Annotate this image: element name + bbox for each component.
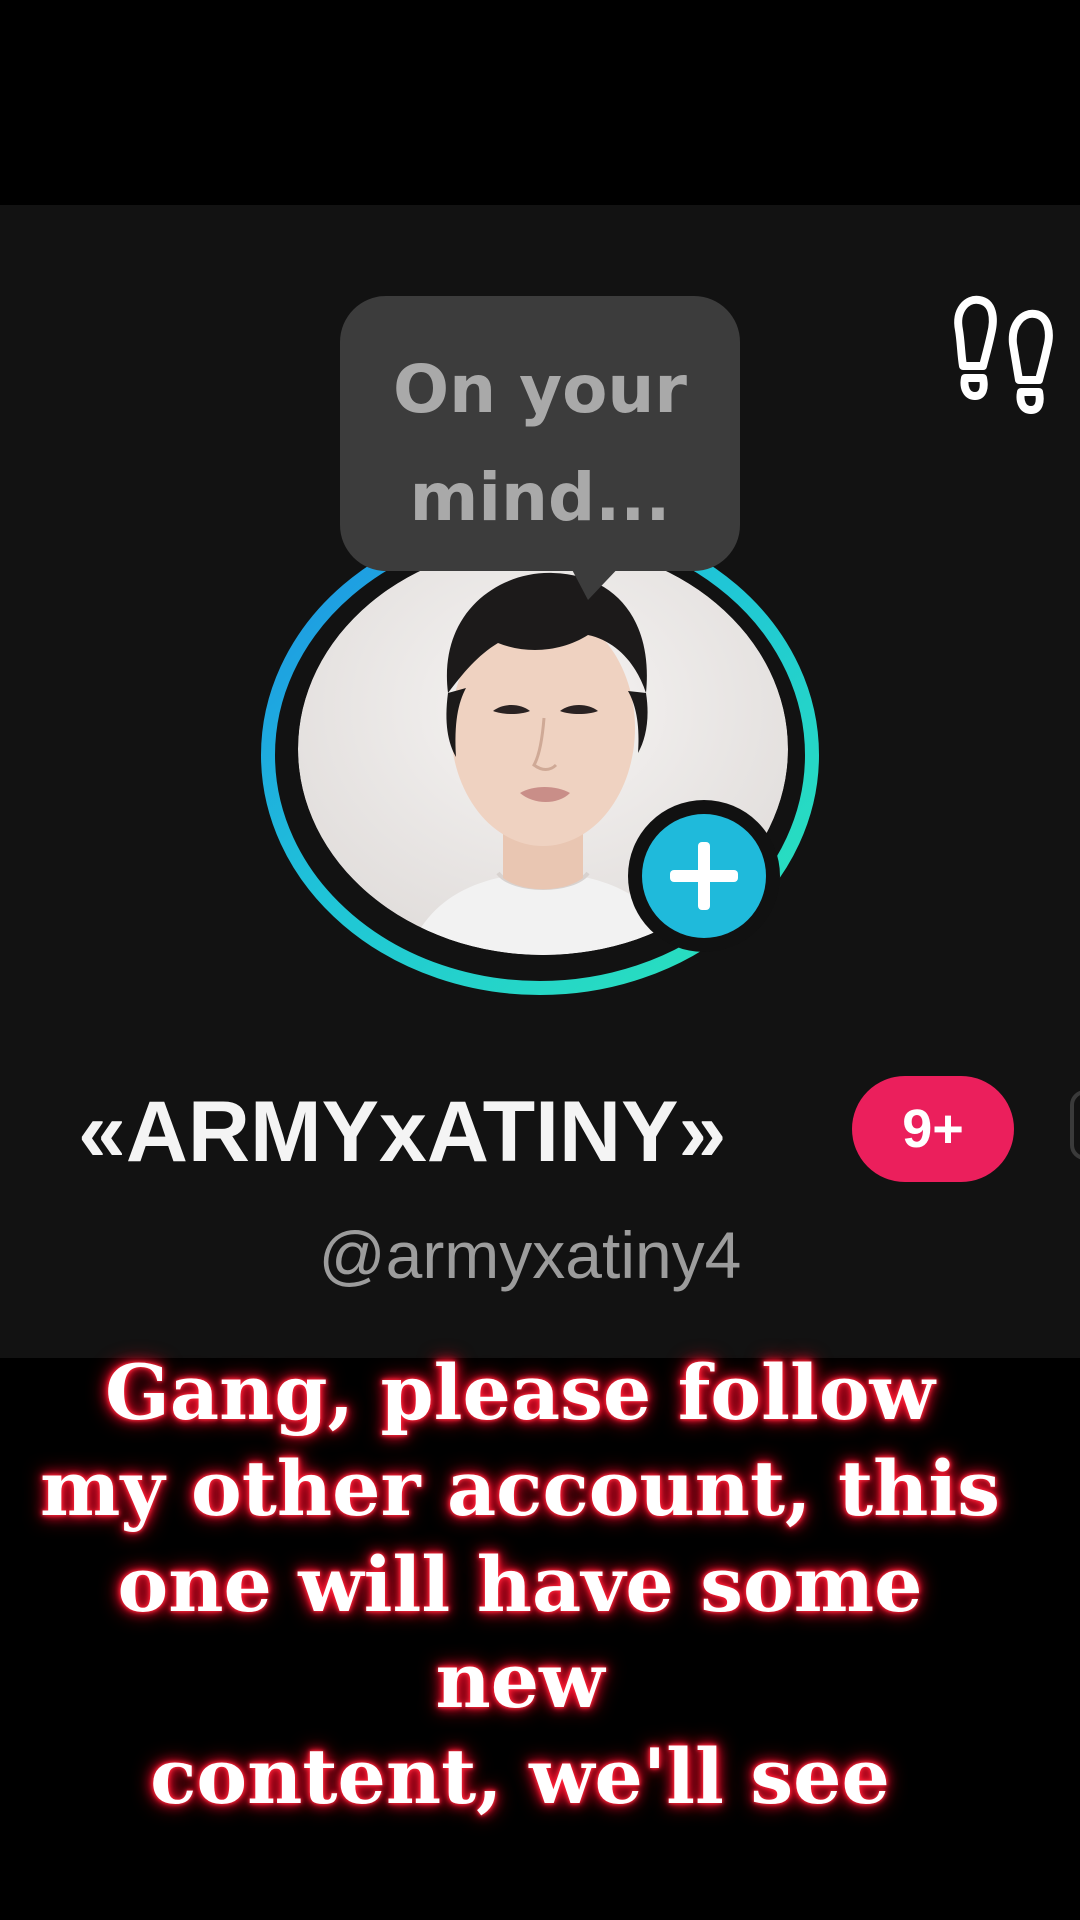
- display-name: «ARMYxATINY»: [78, 1084, 727, 1180]
- note-bubble[interactable]: On your mind...: [340, 296, 740, 571]
- video-caption: Gang, please follow my other account, th…: [30, 1345, 1010, 1825]
- video-frame: On your mind... «ARMYxATINY» 9+ @armyxat…: [0, 0, 1080, 1920]
- plus-icon: [670, 842, 738, 910]
- add-button-fill: [642, 814, 766, 938]
- note-text: On your mind...: [393, 351, 687, 536]
- note-bubble-tail: [568, 562, 624, 600]
- caption-line: my other account, this: [40, 1444, 1000, 1533]
- add-story-button[interactable]: [628, 800, 780, 952]
- caption-line: Gang, please follow: [105, 1348, 935, 1437]
- partial-edge-element: [1070, 1090, 1080, 1160]
- footprints-icon[interactable]: [945, 290, 1060, 415]
- notification-badge[interactable]: 9+: [852, 1076, 1014, 1182]
- username: @armyxatiny4: [318, 1218, 742, 1292]
- caption-line: one will have some new: [117, 1540, 923, 1725]
- caption-line: content, we'll see: [150, 1732, 890, 1821]
